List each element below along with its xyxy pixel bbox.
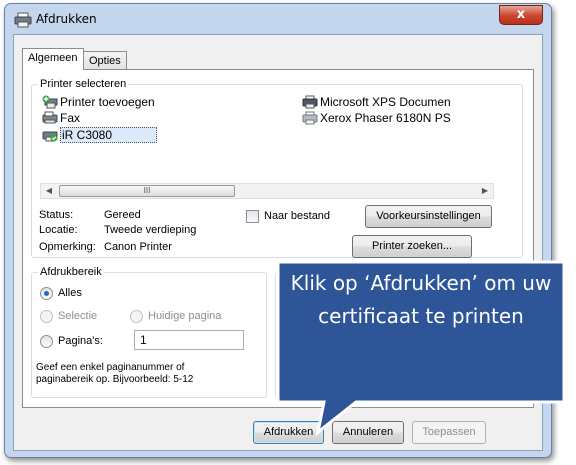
range-pages-label[interactable]: Pagina's:	[58, 335, 103, 347]
status-label: Status:	[39, 209, 74, 221]
print-range-group: Afdrukbereik Alles Selectie Huidige pagi…	[31, 266, 267, 398]
close-button[interactable]: x	[499, 5, 543, 25]
tab-algemeen[interactable]: Algemeen	[22, 48, 84, 70]
printer-icon	[14, 12, 32, 28]
scroll-left-arrow[interactable]: ◀	[41, 184, 57, 198]
printer-select-group-label: Printer selecteren	[38, 78, 129, 90]
printer-item-xps[interactable]: Microsoft XPS Documen	[302, 95, 451, 109]
title-bar[interactable]: Afdrukken x	[5, 4, 551, 34]
printer-icon	[302, 95, 318, 109]
window-title: Afdrukken	[36, 12, 97, 26]
cancel-button[interactable]: Annuleren	[332, 421, 404, 444]
range-selection-radio[interactable]	[40, 310, 53, 323]
printer-icon	[302, 111, 318, 125]
location-value: Tweede verdieping	[104, 224, 197, 236]
preferences-button[interactable]: Voorkeursinstellingen	[365, 205, 492, 228]
scroll-right-arrow[interactable]: ▶	[477, 184, 493, 198]
default-printer-icon	[42, 131, 58, 142]
callout-text: Klik op ‘Afdrukken’ om uw certificaat te…	[290, 271, 552, 328]
range-selection-label[interactable]: Selectie	[58, 310, 97, 322]
printer-name: Printer toevoegen	[60, 95, 155, 109]
printer-list-scrollbar[interactable]: ◀ III ▶	[40, 183, 494, 199]
fax-icon	[42, 111, 58, 124]
pages-input[interactable]: 1	[134, 330, 244, 350]
print-button[interactable]: Afdrukken	[253, 421, 324, 444]
range-all-radio[interactable]	[40, 287, 53, 300]
range-current-page-radio[interactable]	[130, 310, 143, 323]
range-all-label[interactable]: Alles	[58, 287, 82, 299]
printer-select-group: Printer selecteren Printer toevoegen Fax…	[31, 78, 523, 258]
printer-name: Xerox Phaser 6180N PS	[320, 111, 451, 125]
tab-opties[interactable]: Opties	[83, 51, 127, 71]
scroll-thumb[interactable]: III	[59, 185, 235, 197]
status-value: Gereed	[104, 209, 141, 221]
printer-name: iR C3080	[60, 127, 158, 143]
printer-item-ir-c3080[interactable]: iR C3080	[42, 127, 158, 143]
range-current-page-label[interactable]: Huidige pagina	[148, 310, 221, 322]
print-to-file-checkbox[interactable]	[246, 210, 259, 223]
printer-list[interactable]: Printer toevoegen Fax iR C3080 Microsoft…	[40, 95, 510, 173]
range-pages-radio[interactable]	[40, 335, 53, 348]
printer-item-xerox[interactable]: Xerox Phaser 6180N PS	[302, 111, 451, 125]
printer-name: Fax	[60, 111, 81, 125]
printer-item-add[interactable]: Printer toevoegen	[42, 95, 155, 109]
add-printer-icon	[42, 95, 58, 109]
apply-button[interactable]: Toepassen	[412, 421, 486, 444]
pages-hint-text: Geef een enkel paginanummer of paginaber…	[36, 362, 194, 385]
comment-value: Canon Printer	[104, 241, 172, 253]
location-label: Locatie:	[39, 224, 78, 236]
print-range-group-label: Afdrukbereik	[38, 266, 104, 278]
comment-label: Opmerking:	[39, 241, 96, 253]
find-printer-button[interactable]: Printer zoeken...	[352, 235, 472, 258]
print-to-file-label[interactable]: Naar bestand	[264, 210, 330, 222]
printer-name: Microsoft XPS Documen	[320, 95, 451, 109]
printer-item-fax[interactable]: Fax	[42, 111, 80, 125]
